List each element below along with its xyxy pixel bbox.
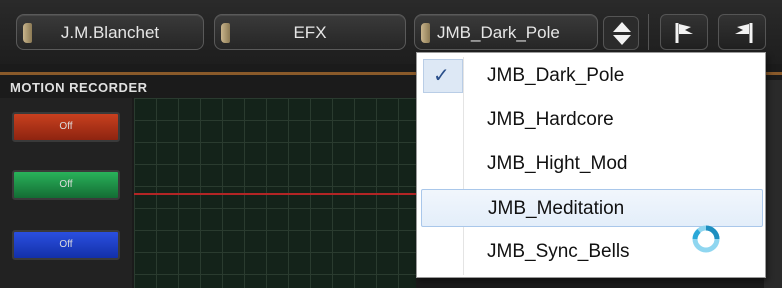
toolbar-divider [648, 14, 649, 50]
busy-cursor-icon [692, 225, 720, 253]
grip-handle-icon [421, 23, 430, 43]
menu-item-hardcore[interactable]: JMB_Hardcore [421, 101, 763, 139]
arrow-up-icon[interactable] [613, 22, 631, 32]
record-toggle-green[interactable]: Off [12, 170, 120, 200]
preset-selector-category[interactable]: EFX [214, 14, 406, 50]
menu-item-meditation[interactable]: JMB_Meditation [421, 189, 763, 227]
preset-selector-patch[interactable]: JMB_Dark_Pole [414, 14, 598, 50]
flag-forward-icon [675, 23, 693, 43]
menu-item-label: JMB_Sync_Bells [487, 241, 630, 262]
flag-back-button[interactable] [718, 14, 766, 50]
flag-forward-button[interactable] [660, 14, 708, 50]
menu-item-dark-pole[interactable]: ✓ JMB_Dark_Pole [421, 57, 763, 95]
panel-title: MOTION RECORDER [10, 80, 148, 95]
record-toggle-red[interactable]: Off [12, 112, 120, 142]
menu-item-label: JMB_Dark_Pole [487, 65, 625, 86]
motion-curve [134, 193, 416, 195]
menu-item-hight-mod[interactable]: JMB_Hight_Mod [421, 145, 763, 183]
checkmark-icon: ✓ [433, 65, 450, 87]
arrow-down-icon[interactable] [613, 35, 631, 45]
menu-item-label: JMB_Meditation [488, 198, 625, 219]
preset-patch-label: JMB_Dark_Pole [437, 23, 560, 42]
up-down-stepper-icon[interactable] [603, 16, 639, 50]
menu-item-label: JMB_Hight_Mod [487, 153, 628, 174]
menu-item-label: JMB_Hardcore [487, 109, 614, 130]
record-toggle-blue[interactable]: Off [12, 230, 120, 260]
preset-category-label: EFX [293, 23, 327, 42]
preset-selector-artist[interactable]: J.M.Blanchet [16, 14, 204, 50]
right-panel-edge [764, 80, 782, 288]
preset-artist-label: J.M.Blanchet [60, 23, 160, 42]
recorder-controls: Off Off Off [0, 98, 132, 288]
flag-back-icon [735, 23, 753, 43]
